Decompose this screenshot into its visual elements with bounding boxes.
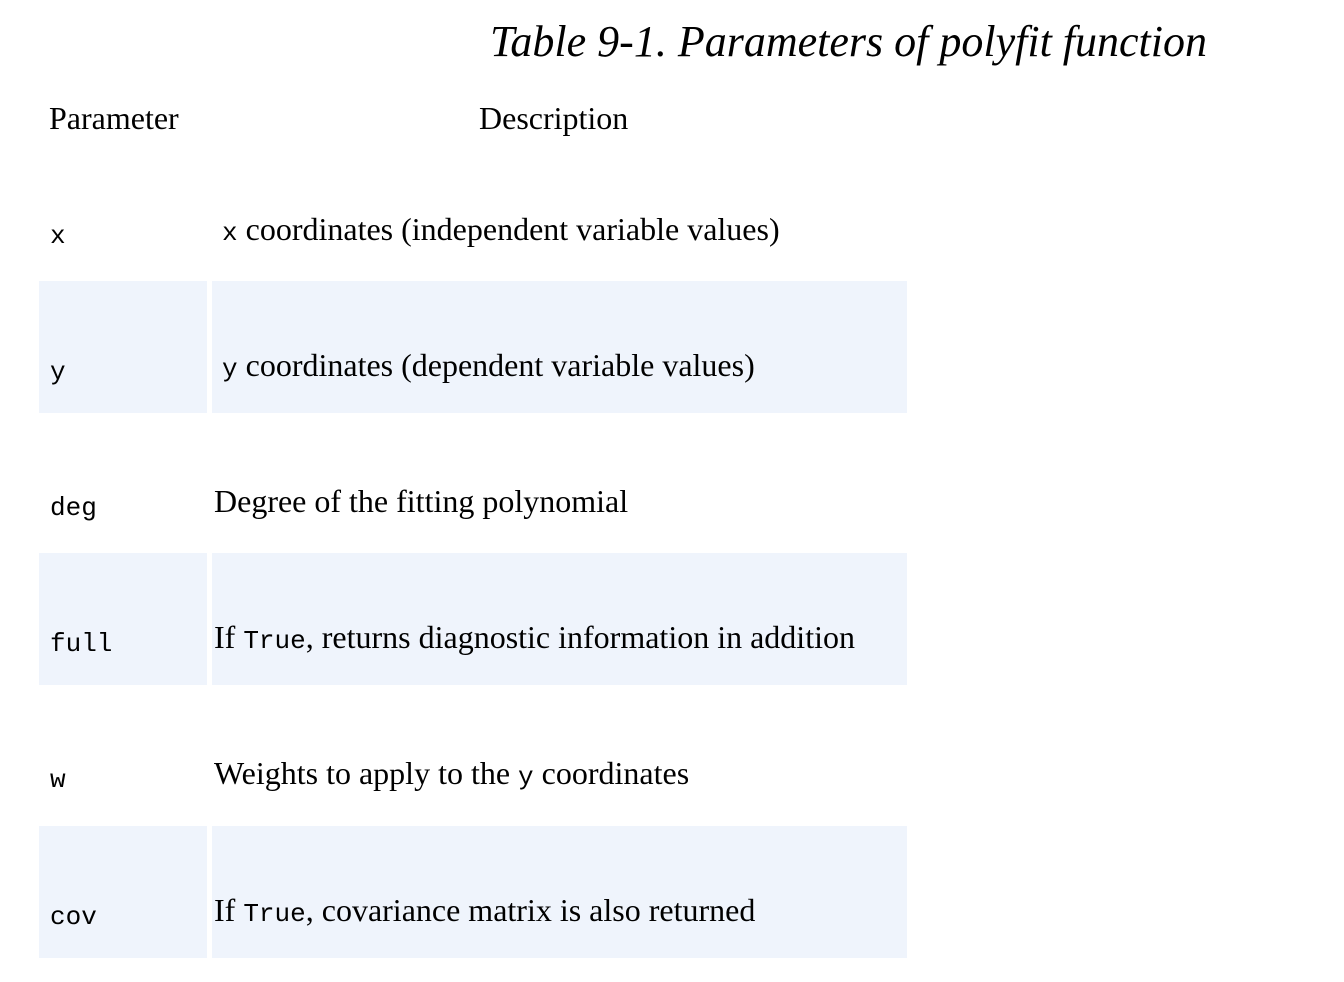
description-cell: If True, returns diagnostic information … <box>212 553 907 685</box>
description-prefix: Weights to apply to the <box>214 755 519 791</box>
description-text: If True, covariance matrix is also retur… <box>214 891 755 933</box>
description-text: Degree of the fitting polynomial <box>214 482 628 524</box>
parameter-name: full <box>50 629 113 659</box>
code-span: x <box>222 218 238 248</box>
description-prefix: Degree of the fitting polynomial <box>214 483 629 519</box>
parameter-cell: y <box>39 281 207 413</box>
table-row: cov If True, covariance matrix is also r… <box>39 826 907 958</box>
description-text: If True, returns diagnostic information … <box>214 618 855 660</box>
table-row: x x coordinates (independent variable va… <box>39 145 907 277</box>
code-span: y <box>518 762 534 792</box>
description-text: Weights to apply to the y coordinates <box>214 754 689 796</box>
code-span: True <box>243 899 306 929</box>
parameter-cell: cov <box>39 826 207 958</box>
description-suffix: coordinates <box>533 755 690 791</box>
parameter-name: w <box>50 765 66 795</box>
parameter-name: deg <box>50 493 97 523</box>
parameter-name: cov <box>50 902 97 932</box>
parameter-cell: w <box>39 689 207 821</box>
parameter-cell: full <box>39 553 207 685</box>
parameter-name: x <box>50 221 66 251</box>
description-cell: Weights to apply to the y coordinates <box>212 689 907 821</box>
description-cell: x coordinates (independent variable valu… <box>212 145 907 277</box>
description-text: y coordinates (dependent variable values… <box>222 346 755 388</box>
table-row: deg Degree of the fitting polynomial <box>39 417 907 549</box>
code-span: y <box>222 354 238 384</box>
description-cell: If True, covariance matrix is also retur… <box>212 826 907 958</box>
table-row: full If True, returns diagnostic informa… <box>39 553 907 685</box>
parameter-cell: x <box>39 145 207 277</box>
description-suffix: coordinates (dependent variable values) <box>237 347 755 383</box>
description-prefix: If <box>214 892 244 928</box>
table-row: w Weights to apply to the y coordinates <box>39 689 907 821</box>
header-description: Description <box>479 100 629 136</box>
description-prefix: If <box>214 619 244 655</box>
table-caption: Table 9-1. Parameters of polyfit functio… <box>490 17 1207 66</box>
description-suffix: coordinates (independent variable values… <box>237 211 780 247</box>
description-cell: y coordinates (dependent variable values… <box>212 281 907 413</box>
parameter-cell: deg <box>39 417 207 549</box>
description-suffix: , covariance matrix is also returned <box>305 892 756 928</box>
header-parameter: Parameter <box>49 100 179 136</box>
description-suffix: , returns diagnostic information in addi… <box>305 619 855 655</box>
code-span: True <box>243 626 306 656</box>
description-cell: Degree of the fitting polynomial <box>212 417 907 549</box>
parameter-name: y <box>50 357 66 387</box>
table-row: y y coordinates (dependent variable valu… <box>39 281 907 413</box>
description-text: x coordinates (independent variable valu… <box>222 210 780 252</box>
